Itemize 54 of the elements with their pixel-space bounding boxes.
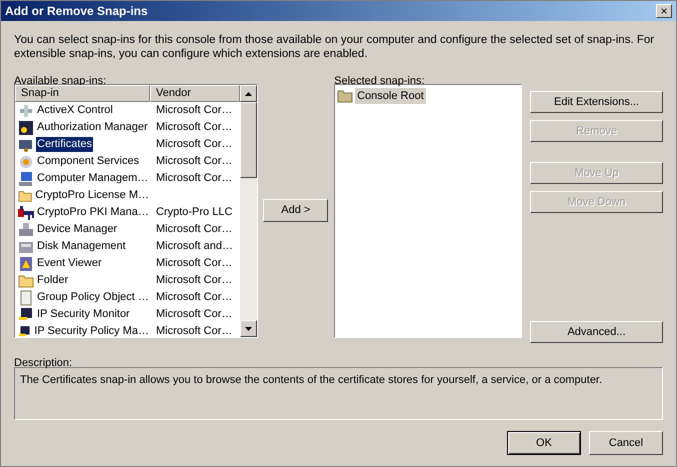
description-label: Description: [14,356,74,368]
snapin-name[interactable]: Computer Managem… [36,171,150,186]
description-box: The Certificates snap-in allows you to browse the contents of the certificate stores for yourself, a service, or a computer. [14,367,663,420]
dialog-button[interactable]: Cancel [589,431,663,455]
vendor-cell-text: Microsoft Cor… [155,290,232,306]
vendor-cell-text: Microsoft Cor… [155,307,232,322]
snapin-name[interactable]: Certificates [36,137,94,152]
device-icon [18,222,34,238]
plug-icon [18,102,34,118]
snapin-name[interactable]: CryptoPro PKI Mana… [36,205,150,220]
computer-icon [18,170,34,186]
vendor-cell-text: Microsoft Cor… [155,273,232,288]
vendor-cell-text: Microsoft Cor… [155,324,232,337]
snapin-name[interactable]: Device Manager [36,222,118,237]
snapin-name[interactable]: Event Viewer [36,256,103,271]
side-button[interactable]: Edit Extensions... [530,91,663,113]
vendor-cell-text: Microsoft Cor… [155,103,232,118]
snapin-name[interactable]: Folder [36,273,70,288]
close-button[interactable]: × [656,4,672,18]
add-button[interactable]: Add > [263,198,328,222]
snapin-name[interactable]: ActiveX Control [36,103,114,118]
folder-icon [337,88,354,104]
monitor-key-icon [18,324,32,337]
vendor-cell-text: Microsoft Cor… [155,256,232,272]
key-icon [18,204,34,220]
column-header[interactable]: Vendor [150,85,240,102]
vendor-cell-text: Microsoft and… [155,239,234,254]
dialog-button[interactable]: OK [507,431,581,455]
vendor-cell-text: Crypto-Pro LLC [155,205,232,220]
column-header[interactable]: Snap-in [15,85,150,102]
vendor-cell-text: Microsoft Cor… [155,120,232,136]
snapin-name[interactable]: CryptoPro License M… [34,188,150,203]
side-button[interactable]: Advanced... [530,321,663,343]
vendor-cell-text: Microsoft Cor… [155,171,232,186]
intro-text: You can select snap-ins for this console from those available on your computer and configure the selected set of snap-ins. For extensible snap-ins, you can configure which extensions are enabled. [14,33,656,61]
selected-snapin-item[interactable]: Console Root [355,88,426,104]
snapin-name[interactable]: IP Security Policy Ma… [33,324,150,337]
folder-icon [18,272,34,288]
snapin-name[interactable]: Disk Management [36,239,127,254]
vendor-cell-text: Microsoft Cor… [155,154,232,170]
snapin-name[interactable]: IP Security Monitor [36,307,131,322]
scroll-thumb[interactable] [240,102,257,178]
selected-snapins-label: Selected snap-ins: [334,74,426,86]
snapin-name[interactable]: Component Services [36,154,140,169]
snapin-name[interactable]: Authorization Manager [36,120,149,135]
window-title: Add or Remove Snap-ins [5,3,148,20]
warning-book-icon [18,256,34,272]
available-snapins-label: Available snap-ins: [14,74,108,86]
snapin-name[interactable]: Group Policy Object … [36,290,150,305]
vendor-cell-text: Microsoft Cor… [155,137,232,152]
vendor-cell-text: Microsoft Cor… [155,222,232,238]
monitor-key-icon [18,306,34,322]
gear-icon [18,154,34,170]
scrollbar[interactable] [240,85,257,337]
